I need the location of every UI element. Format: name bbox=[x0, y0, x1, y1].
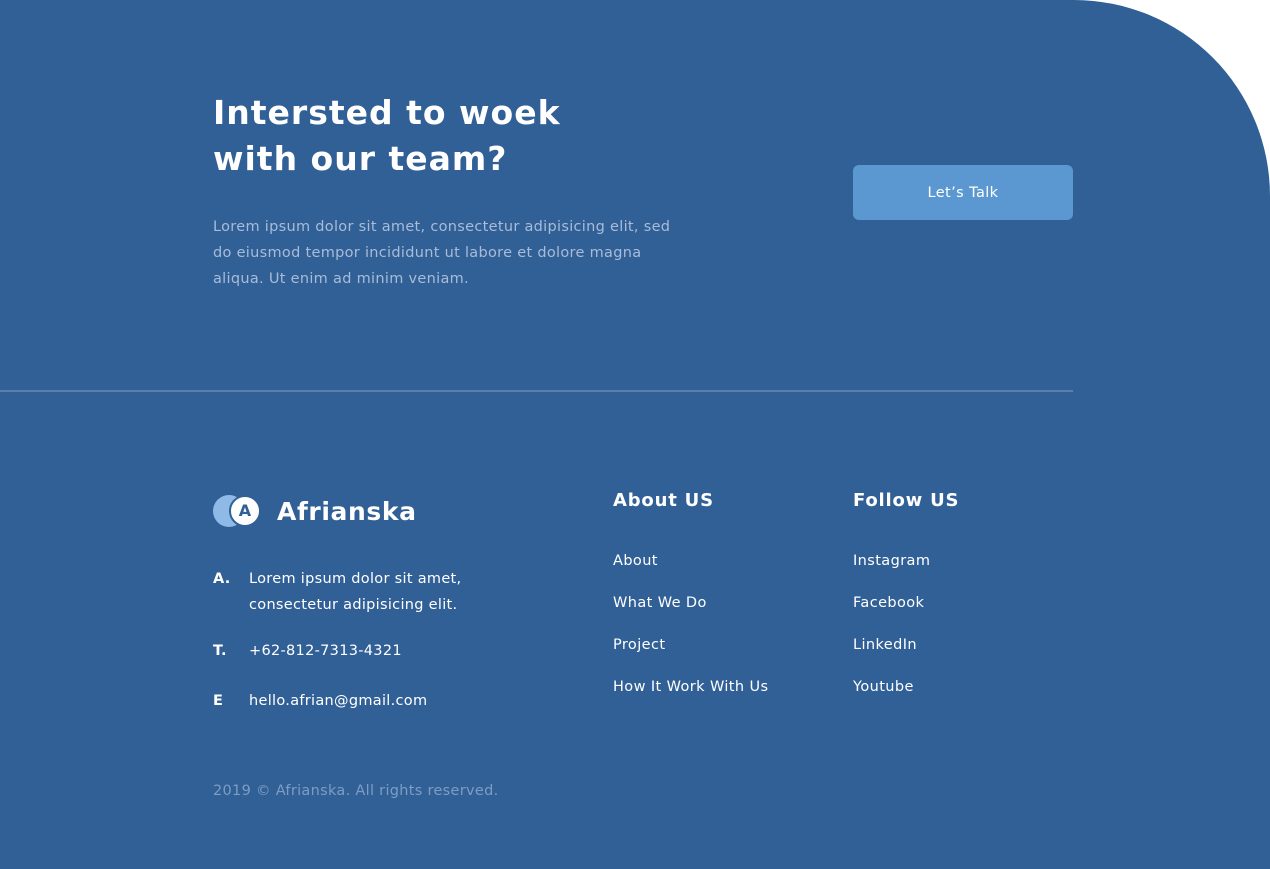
email-key: E bbox=[213, 693, 224, 709]
section-divider bbox=[0, 390, 1073, 392]
contact-address: A. Lorem ipsum dolor sit amet, consectet… bbox=[213, 566, 529, 618]
brand-logo[interactable]: A Afrianska bbox=[213, 493, 417, 529]
logo-letter: A bbox=[229, 495, 261, 527]
lets-talk-button[interactable]: Let’s Talk bbox=[853, 165, 1073, 220]
address-key: A. bbox=[213, 571, 231, 587]
how-it-work-link[interactable]: How It Work With Us bbox=[613, 679, 768, 695]
about-link-item: How It Work With Us bbox=[613, 674, 768, 716]
copyright-text: 2019 © Afrianska. All rights reserved. bbox=[213, 783, 499, 799]
youtube-link[interactable]: Youtube bbox=[853, 679, 914, 695]
about-link-item: Project bbox=[613, 632, 768, 674]
about-links: About What We Do Project How It Work Wit… bbox=[613, 548, 768, 716]
follow-link-item: LinkedIn bbox=[853, 632, 930, 674]
brand-name: Afrianska bbox=[277, 496, 417, 526]
linkedin-link[interactable]: LinkedIn bbox=[853, 637, 917, 653]
follow-link-item: Youtube bbox=[853, 674, 930, 716]
project-link[interactable]: Project bbox=[613, 637, 665, 653]
follow-link-item: Facebook bbox=[853, 590, 930, 632]
email-value[interactable]: hello.afrian@gmail.com bbox=[249, 688, 427, 714]
contact-email: E hello.afrian@gmail.com bbox=[213, 688, 427, 714]
about-link-item: What We Do bbox=[613, 590, 768, 632]
address-value: Lorem ipsum dolor sit amet, consectetur … bbox=[249, 571, 462, 613]
facebook-link[interactable]: Facebook bbox=[853, 595, 924, 611]
cta-description: Lorem ipsum dolor sit amet, consectetur … bbox=[213, 219, 671, 287]
follow-link-item: Instagram bbox=[853, 548, 930, 590]
about-heading: About US bbox=[613, 490, 714, 511]
cta-title: Intersted to woek with our team? bbox=[213, 93, 561, 178]
footer-section: Intersted to woek with our team? Lorem i… bbox=[0, 0, 1270, 869]
phone-key: T. bbox=[213, 643, 227, 659]
instagram-link[interactable]: Instagram bbox=[853, 553, 930, 569]
brand-logo-icon: A bbox=[213, 493, 261, 529]
contact-phone: T. +62-812-7313-4321 bbox=[213, 638, 402, 664]
about-link[interactable]: About bbox=[613, 553, 658, 569]
about-link-item: About bbox=[613, 548, 768, 590]
follow-links: Instagram Facebook LinkedIn Youtube bbox=[853, 548, 930, 716]
what-we-do-link[interactable]: What We Do bbox=[613, 595, 707, 611]
follow-heading: Follow US bbox=[853, 490, 960, 511]
phone-value[interactable]: +62-812-7313-4321 bbox=[249, 638, 402, 664]
